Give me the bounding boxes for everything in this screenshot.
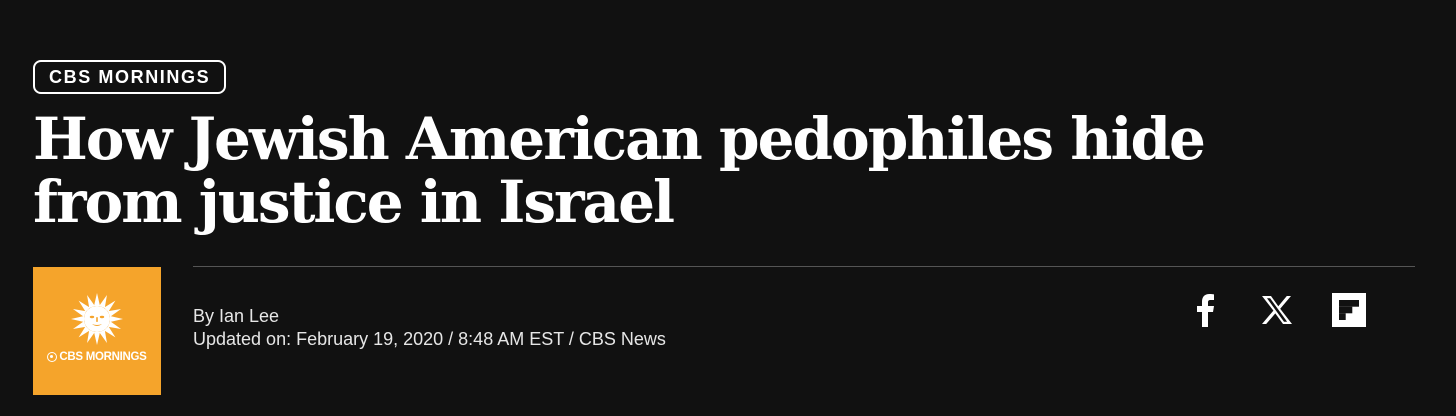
- x-icon: [1262, 296, 1292, 324]
- cbs-eye-icon: [47, 352, 58, 362]
- flipboard-share-button[interactable]: [1331, 292, 1367, 328]
- section-tag-link[interactable]: CBS MORNINGS: [33, 60, 227, 94]
- article-byline: By Ian Lee: [193, 306, 280, 326]
- facebook-share-button[interactable]: [1187, 292, 1223, 328]
- show-logo[interactable]: CBS MORNINGS: [33, 267, 161, 395]
- logo-wordmark-text: CBS MORNINGS: [59, 351, 147, 363]
- article-headline: How Jewish American pedophiles hide from…: [33, 105, 1206, 236]
- flipboard-icon: [1332, 293, 1366, 327]
- facebook-icon: [1197, 294, 1214, 327]
- byline-divider: [193, 266, 1415, 267]
- logo-wordmark: CBS MORNINGS: [47, 351, 147, 363]
- article-dateline: Updated on: February 19, 2020 / 8:48 AM …: [193, 329, 666, 349]
- sun-icon: [71, 293, 123, 345]
- x-share-button[interactable]: [1259, 292, 1295, 328]
